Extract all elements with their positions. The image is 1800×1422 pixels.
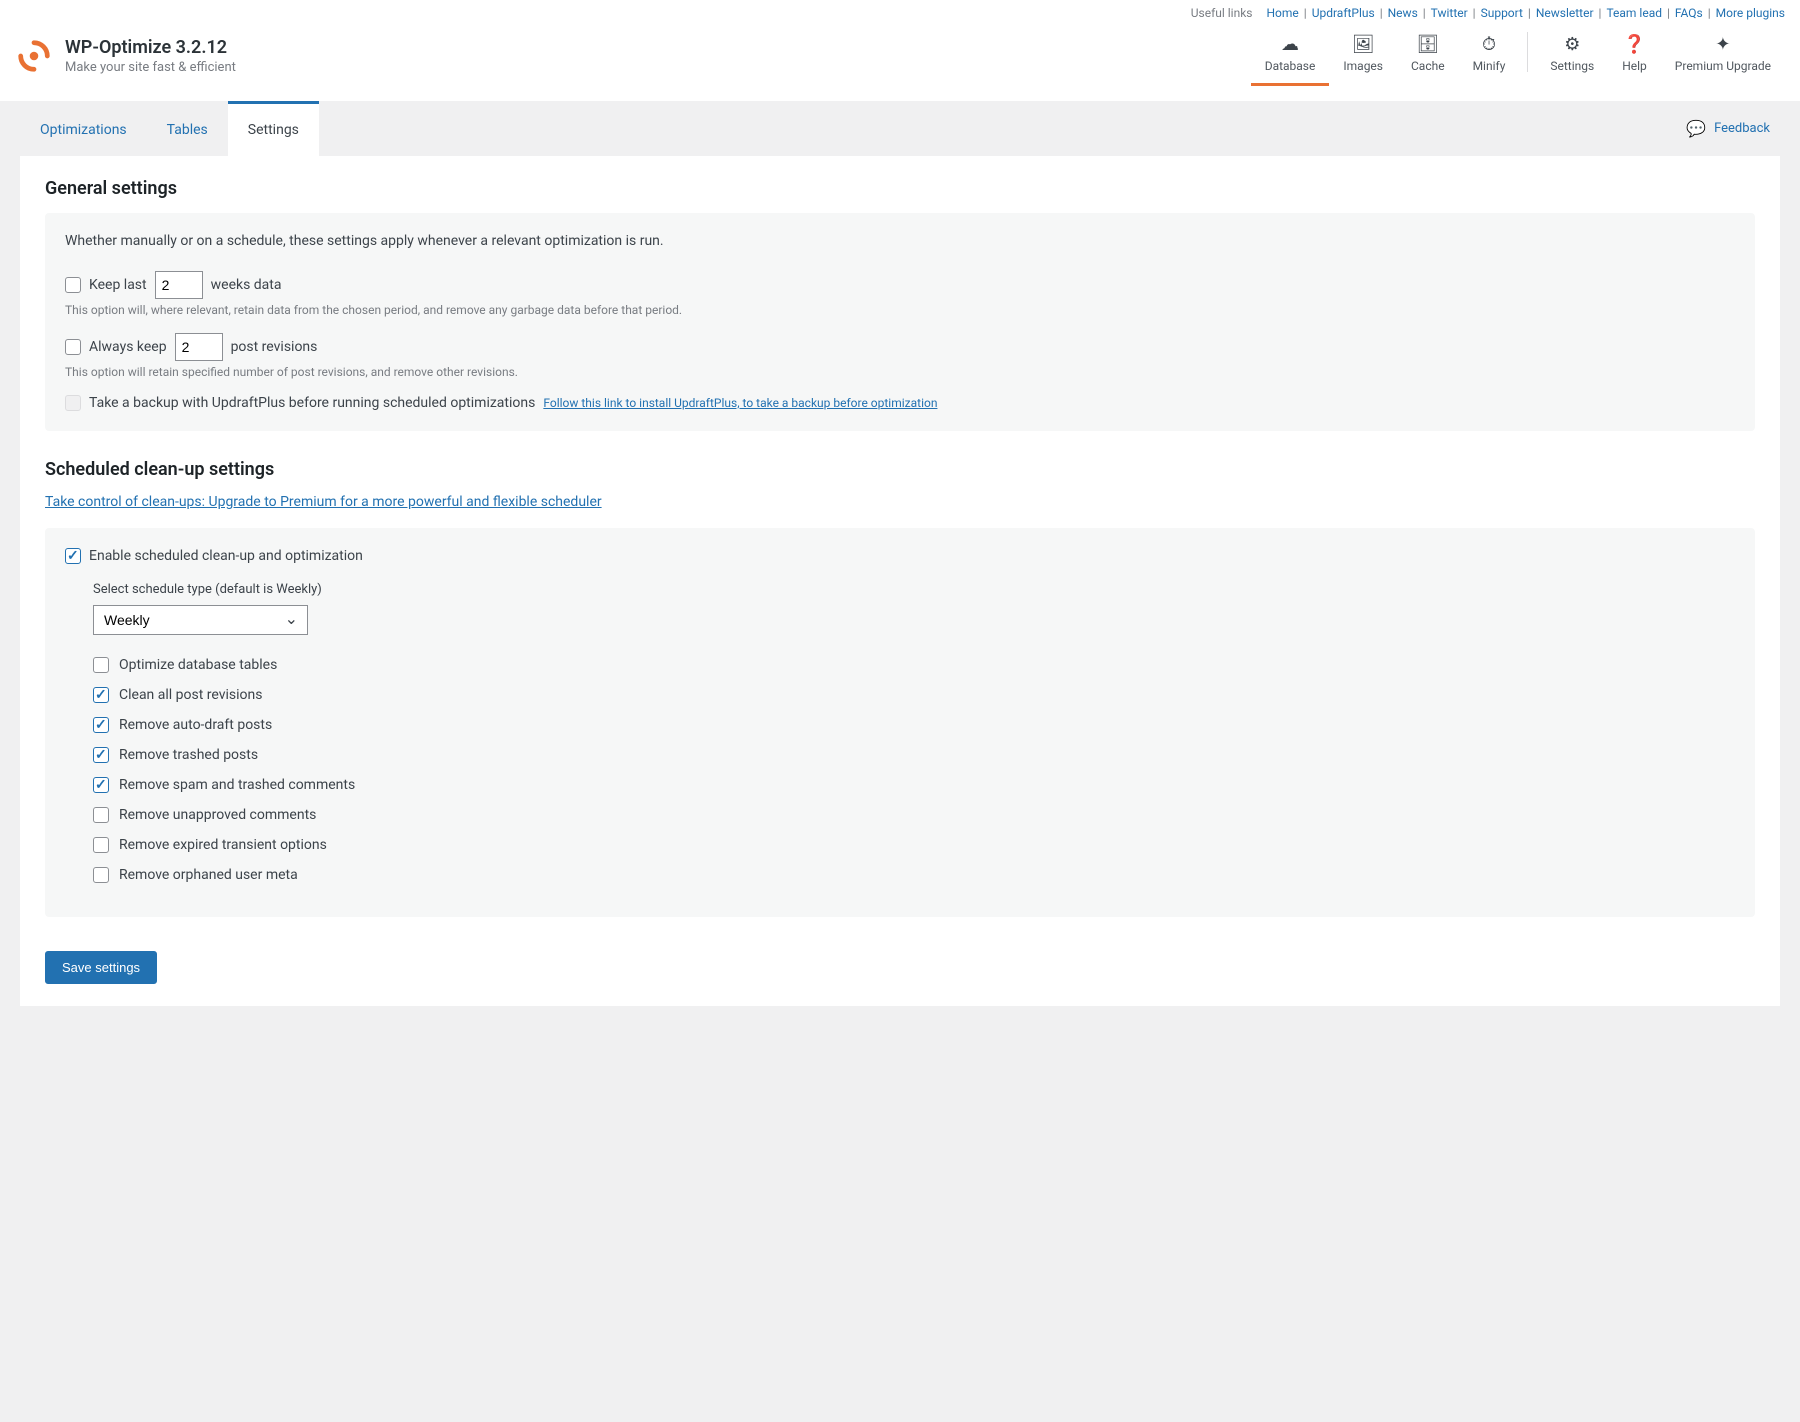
top-link-newsletter[interactable]: Newsletter [1536,6,1594,20]
sliders-icon: ⚙ [1550,34,1594,55]
cloud-icon: ☁ [1265,34,1316,55]
top-link-team-lead[interactable]: Team lead [1606,6,1662,20]
always-keep-pre: Always keep [89,339,167,355]
enable-scheduled-checkbox[interactable] [65,548,81,564]
sched-opt-label-2: Remove auto-draft posts [119,717,272,733]
keep-last-checkbox[interactable] [65,277,81,293]
brand-subtitle: Make your site fast & efficient [65,60,236,75]
top-link-twitter[interactable]: Twitter [1431,6,1468,20]
nav-images[interactable]: 🖼 Images [1329,26,1397,86]
archive-icon: 🗄 [1411,34,1445,55]
feedback-button[interactable]: 💬 Feedback [1676,105,1780,152]
backup-install-link[interactable]: Follow this link to install UpdraftPlus,… [543,396,937,410]
always-keep-checkbox[interactable] [65,339,81,355]
top-link-more-plugins[interactable]: More plugins [1716,6,1785,20]
always-keep-help: This option will retain specified number… [65,365,1735,379]
top-link-home[interactable]: Home [1267,6,1299,20]
general-intro: Whether manually or on a schedule, these… [65,233,1735,249]
sched-opt-checkbox-3[interactable] [93,747,109,763]
nav-minify[interactable]: ⏱ Minify [1459,26,1520,86]
keep-last-post: weeks data [211,277,282,293]
upgrade-icon: ✦ [1675,34,1771,55]
sched-opt-label-6: Remove expired transient options [119,837,327,853]
top-link-support[interactable]: Support [1481,6,1523,20]
nav-settings[interactable]: ⚙ Settings [1536,26,1608,86]
schedule-type-label: Select schedule type (default is Weekly) [93,582,1735,597]
sched-opt-checkbox-7[interactable] [93,867,109,883]
keep-last-pre: Keep last [89,277,147,293]
sched-opt-label-3: Remove trashed posts [119,747,258,763]
enable-scheduled-label: Enable scheduled clean-up and optimizati… [89,548,363,564]
nav-database[interactable]: ☁ Database [1251,26,1330,86]
top-link-faqs[interactable]: FAQs [1675,6,1703,20]
top-links: Home | UpdraftPlus | News | Twitter | Su… [1267,6,1786,20]
sched-opt-label-4: Remove spam and trashed comments [119,777,355,793]
general-settings-heading: General settings [45,178,1755,199]
sched-opt-label-1: Clean all post revisions [119,687,263,703]
wpo-logo-icon [15,37,53,75]
nav-divider [1527,32,1528,72]
scheduled-heading: Scheduled clean-up settings [45,459,1755,480]
speech-icon: 💬 [1686,119,1706,138]
upgrade-premium-link[interactable]: Take control of clean-ups: Upgrade to Pr… [45,494,602,510]
tab-tables[interactable]: Tables [147,101,228,156]
sched-opt-checkbox-1[interactable] [93,687,109,703]
gauge-icon: ⏱ [1473,34,1506,55]
tab-settings[interactable]: Settings [228,101,319,156]
sched-opt-checkbox-6[interactable] [93,837,109,853]
nav-help[interactable]: ❓ Help [1608,26,1661,86]
sched-opt-label-7: Remove orphaned user meta [119,867,298,883]
backup-checkbox [65,395,81,411]
sched-opt-checkbox-0[interactable] [93,657,109,673]
always-keep-post: post revisions [231,339,318,355]
save-settings-button[interactable]: Save settings [45,951,157,984]
brand-title: WP-Optimize 3.2.12 [65,37,236,58]
sched-opt-checkbox-2[interactable] [93,717,109,733]
sched-opt-label-0: Optimize database tables [119,657,277,673]
top-link-news[interactable]: News [1388,6,1418,20]
always-keep-input[interactable] [175,333,223,361]
keep-last-input[interactable] [155,271,203,299]
nav-premium[interactable]: ✦ Premium Upgrade [1661,26,1785,86]
images-icon: 🖼 [1343,34,1383,55]
sched-opt-label-5: Remove unapproved comments [119,807,316,823]
backup-label: Take a backup with UpdraftPlus before ru… [89,395,535,411]
sched-opt-checkbox-5[interactable] [93,807,109,823]
useful-links-label: Useful links [1191,6,1253,20]
help-icon: ❓ [1622,34,1647,55]
schedule-type-select[interactable]: Weekly [93,605,308,635]
nav-cache[interactable]: 🗄 Cache [1397,26,1459,86]
tab-optimizations[interactable]: Optimizations [20,101,147,156]
top-link-updraftplus[interactable]: UpdraftPlus [1312,6,1375,20]
keep-last-help: This option will, where relevant, retain… [65,303,1735,317]
sched-opt-checkbox-4[interactable] [93,777,109,793]
